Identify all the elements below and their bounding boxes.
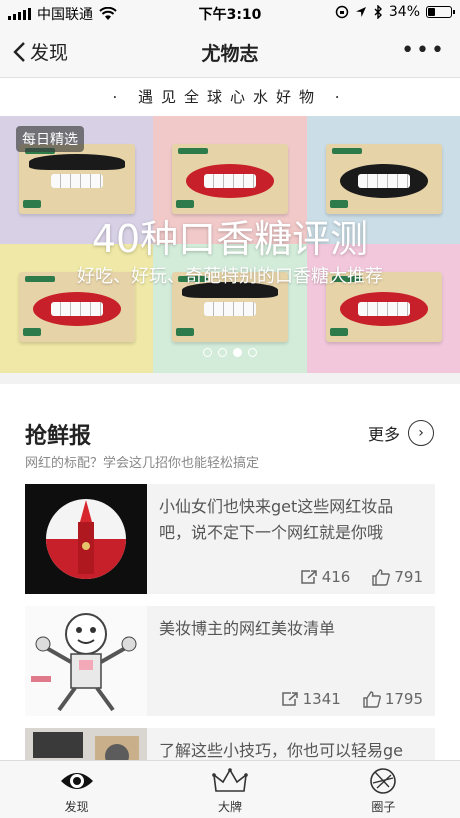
robot-thumbnail: [25, 606, 147, 716]
carousel-dot[interactable]: [203, 348, 212, 357]
rotation-lock-icon: [335, 5, 349, 19]
share-icon: [300, 570, 317, 584]
tab-label: 发现: [64, 800, 89, 814]
tab-circle[interactable]: 圈子: [307, 761, 460, 818]
tab-discover[interactable]: 发现: [0, 761, 153, 818]
bluetooth-icon: [374, 5, 382, 19]
card-title: 美妆博主的网红美妆清单: [159, 619, 336, 638]
bottom-tab-bar: 发现 大牌 圈子: [0, 760, 460, 818]
tagline: · 遇见全球心水好物 ·: [0, 78, 460, 116]
like-count[interactable]: 791: [372, 568, 423, 586]
like-count[interactable]: 1795: [363, 690, 423, 708]
navigation-bar: 发现 尤物志 •••: [0, 26, 460, 78]
section-subtitle: 网红的标配？学会这几招你也能轻松搞定: [25, 456, 260, 471]
section-title: 抢鲜报: [25, 424, 92, 449]
aperture-icon: [370, 768, 397, 794]
more-label: 更多: [367, 425, 400, 444]
lipstick-thumbnail: [25, 484, 147, 594]
crown-icon: [212, 768, 248, 792]
page-title: 尤物志: [201, 43, 259, 65]
chevron-right-icon: ›: [408, 420, 434, 446]
tab-label: 大牌: [217, 800, 242, 814]
article-card[interactable]: 美妆博主的网红美妆清单 1341 1795: [25, 606, 435, 716]
thumbs-up-icon: [363, 690, 381, 708]
article-card[interactable]: 小仙女们也快来get这些网红妆品吧，说不定下一个网红就是你哦 416 791: [25, 484, 435, 594]
more-options-button[interactable]: •••: [401, 38, 446, 63]
status-bar: 中国联通 下午3:10 34%: [0, 0, 460, 26]
daily-pick-badge: 每日精选: [16, 126, 84, 152]
carousel-dots[interactable]: [0, 348, 460, 357]
banner-title: 40种口香糖评测: [91, 217, 369, 261]
fresh-news-section: 抢鲜报 网红的标配？学会这几招你也能轻松搞定 更多 › 小仙女们也快来get这些…: [0, 384, 460, 760]
featured-banner[interactable]: 每日精选 40种口香糖评测 好吃、好玩、奇葩特别的口香糖大推荐: [0, 116, 460, 373]
share-count[interactable]: 416: [300, 568, 351, 586]
like-count-value: 1795: [384, 690, 423, 708]
carousel-dot[interactable]: [218, 348, 227, 357]
banner-subtitle: 好吃、好玩、奇葩特别的口香糖大推荐: [77, 266, 383, 287]
tab-label: 圈子: [371, 800, 396, 814]
share-icon: [281, 692, 298, 706]
eye-icon: [60, 773, 93, 789]
share-count[interactable]: 1341: [281, 690, 341, 708]
more-button[interactable]: 更多 ›: [368, 420, 434, 446]
battery-icon: [426, 6, 455, 18]
thumbs-up-icon: [372, 568, 391, 586]
tagline-text: 遇见全球心水好物: [137, 88, 322, 106]
like-count-value: 791: [394, 568, 423, 586]
carousel-dot[interactable]: [233, 348, 242, 357]
battery-percent: 34%: [388, 4, 420, 20]
tab-brands[interactable]: 大牌: [153, 761, 306, 818]
location-icon: [355, 7, 366, 17]
carousel-dot[interactable]: [248, 348, 257, 357]
card-title: 了解这些小技巧，你也可以轻易ge: [159, 741, 404, 760]
card-title: 小仙女们也快来get这些网红妆品吧，说不定下一个网红就是你哦: [159, 497, 394, 542]
article-card[interactable]: 了解这些小技巧，你也可以轻易ge: [25, 728, 435, 760]
share-count-value: 416: [321, 568, 351, 586]
share-count-value: 1341: [302, 690, 341, 708]
makeup-thumbnail: [25, 728, 147, 760]
